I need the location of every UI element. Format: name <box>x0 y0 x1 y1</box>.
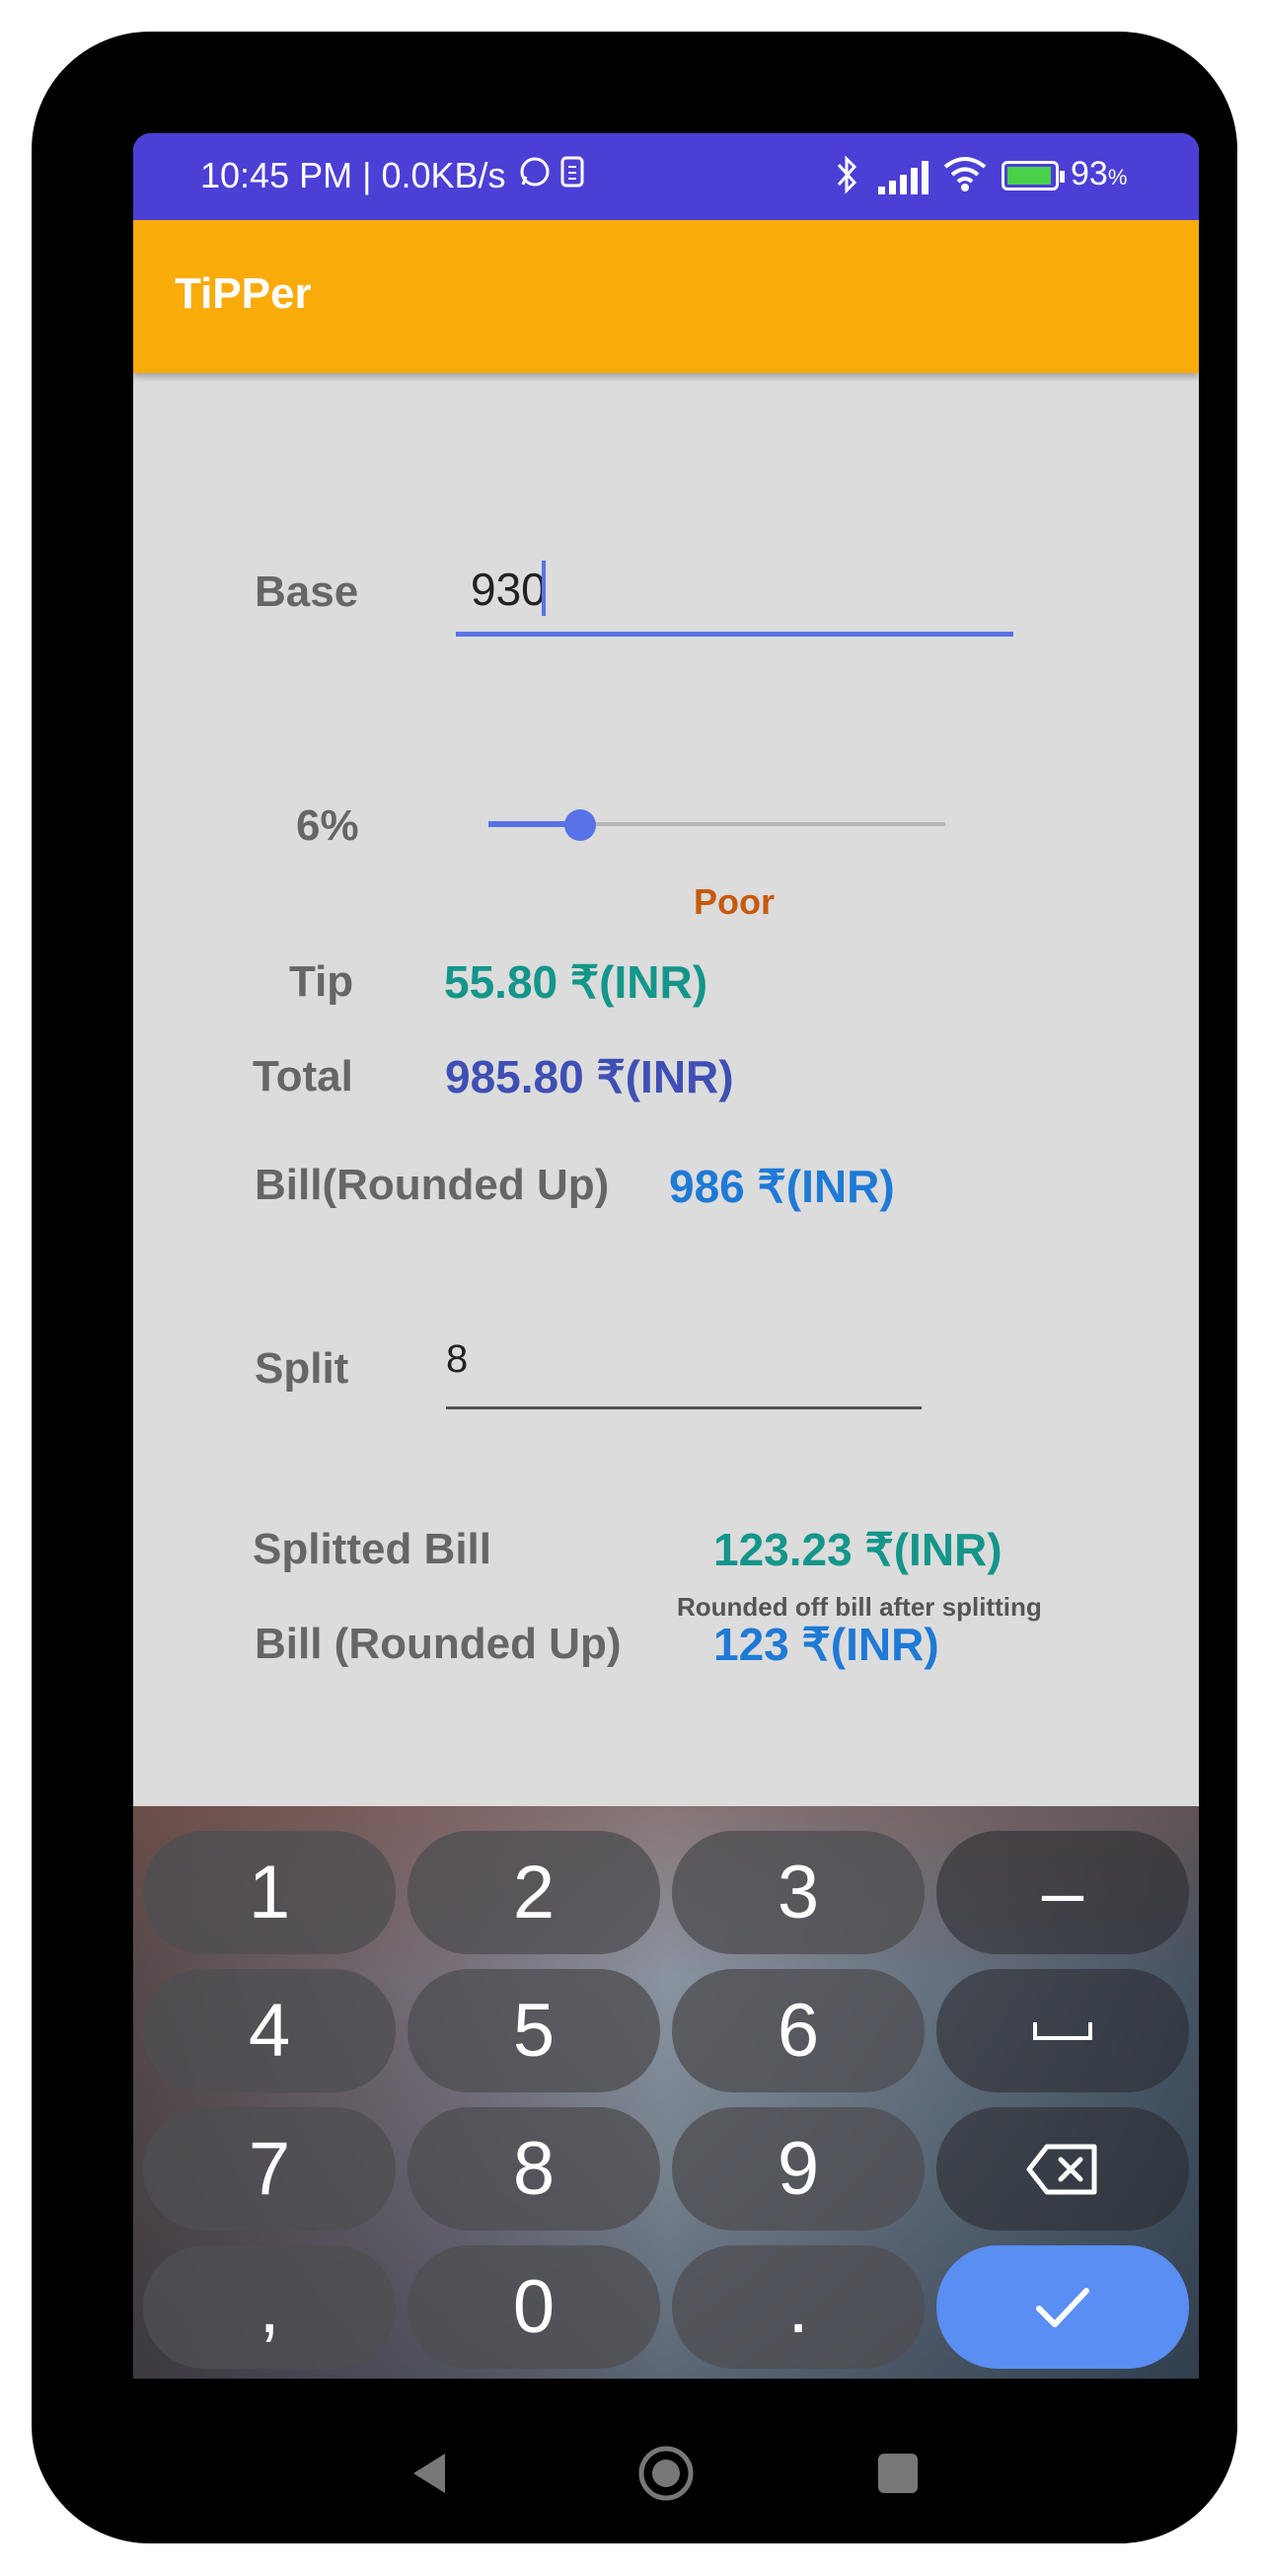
key-5[interactable]: 5 <box>408 1969 660 2092</box>
total-amount: 985.80 ₹(INR) <box>445 1051 734 1102</box>
back-icon[interactable] <box>409 2450 449 2497</box>
navigation-bar <box>133 2379 1199 2576</box>
space-key[interactable] <box>936 1969 1189 2092</box>
split-note: Rounded off bill after splitting <box>677 1592 1042 1622</box>
split-count-input[interactable]: 8 <box>446 1318 922 1409</box>
tip-label: Tip <box>289 957 354 1006</box>
app-bar: TiPPer <box>133 220 1199 373</box>
screen: 10:45 PM | 0.0KB/s 93% TiPPer Base 930 6… <box>133 133 1199 2379</box>
battery-percent: 93% <box>1071 155 1128 192</box>
status-bar: 10:45 PM | 0.0KB/s 93% <box>133 133 1199 220</box>
wifi-icon <box>942 155 988 201</box>
whatsapp-icon <box>518 155 552 197</box>
key-9[interactable]: 9 <box>672 2107 925 2231</box>
key-3[interactable]: 3 <box>672 1831 925 1954</box>
home-icon[interactable] <box>636 2444 696 2503</box>
split-label: Split <box>255 1344 349 1393</box>
bill-rounded-label: Bill(Rounded Up) <box>255 1161 610 1209</box>
key-minus[interactable]: – <box>936 1831 1189 1954</box>
recents-icon[interactable] <box>876 2452 920 2495</box>
splitted-bill-amount: 123.23 ₹(INR) <box>713 1524 1003 1575</box>
key-4[interactable]: 4 <box>143 1969 396 2092</box>
key-0[interactable]: 0 <box>408 2245 660 2369</box>
key-7[interactable]: 7 <box>143 2107 396 2231</box>
battery-icon <box>1002 161 1065 190</box>
bluetooth-icon <box>829 155 864 203</box>
base-amount-value: 930 <box>471 564 547 615</box>
tip-percent-slider[interactable] <box>488 804 945 844</box>
key-1[interactable]: 1 <box>143 1831 396 1954</box>
splitted-bill-label: Splitted Bill <box>253 1525 491 1573</box>
split-rounded-label: Bill (Rounded Up) <box>255 1620 622 1668</box>
total-label: Total <box>253 1052 353 1100</box>
slider-thumb[interactable] <box>564 809 596 841</box>
key-comma[interactable]: , <box>143 2245 396 2369</box>
tip-percent-label: 6% <box>296 801 359 850</box>
key-6[interactable]: 6 <box>672 1969 925 2092</box>
split-rounded-amount: 123 ₹(INR) <box>713 1619 939 1670</box>
key-8[interactable]: 8 <box>408 2107 660 2231</box>
phone-frame: 10:45 PM | 0.0KB/s 93% TiPPer Base 930 6… <box>32 32 1237 2543</box>
backspace-icon <box>1026 2144 1097 2194</box>
sim-icon <box>559 155 585 197</box>
done-key[interactable] <box>936 2245 1189 2369</box>
tip-amount: 55.80 ₹(INR) <box>444 956 708 1008</box>
key-2[interactable]: 2 <box>408 1831 660 1954</box>
base-label: Base <box>255 568 359 616</box>
text-cursor <box>542 561 546 616</box>
service-rating: Poor <box>694 881 776 922</box>
bill-rounded-amount: 986 ₹(INR) <box>669 1161 895 1212</box>
split-count-value: 8 <box>446 1337 469 1381</box>
signal-icon <box>878 159 935 194</box>
status-time: 10:45 PM | 0.0KB/s <box>200 155 506 195</box>
check-icon <box>1036 2287 1089 2327</box>
key-period[interactable]: . <box>672 2245 925 2369</box>
base-amount-input[interactable]: 930 <box>456 553 1013 637</box>
space-icon <box>1033 2021 1092 2040</box>
numeric-keyboard: 1 2 3 – 4 5 6 7 8 9 , 0 . <box>133 1806 1199 2379</box>
backspace-key[interactable] <box>936 2107 1189 2231</box>
app-title: TiPPer <box>175 269 312 318</box>
